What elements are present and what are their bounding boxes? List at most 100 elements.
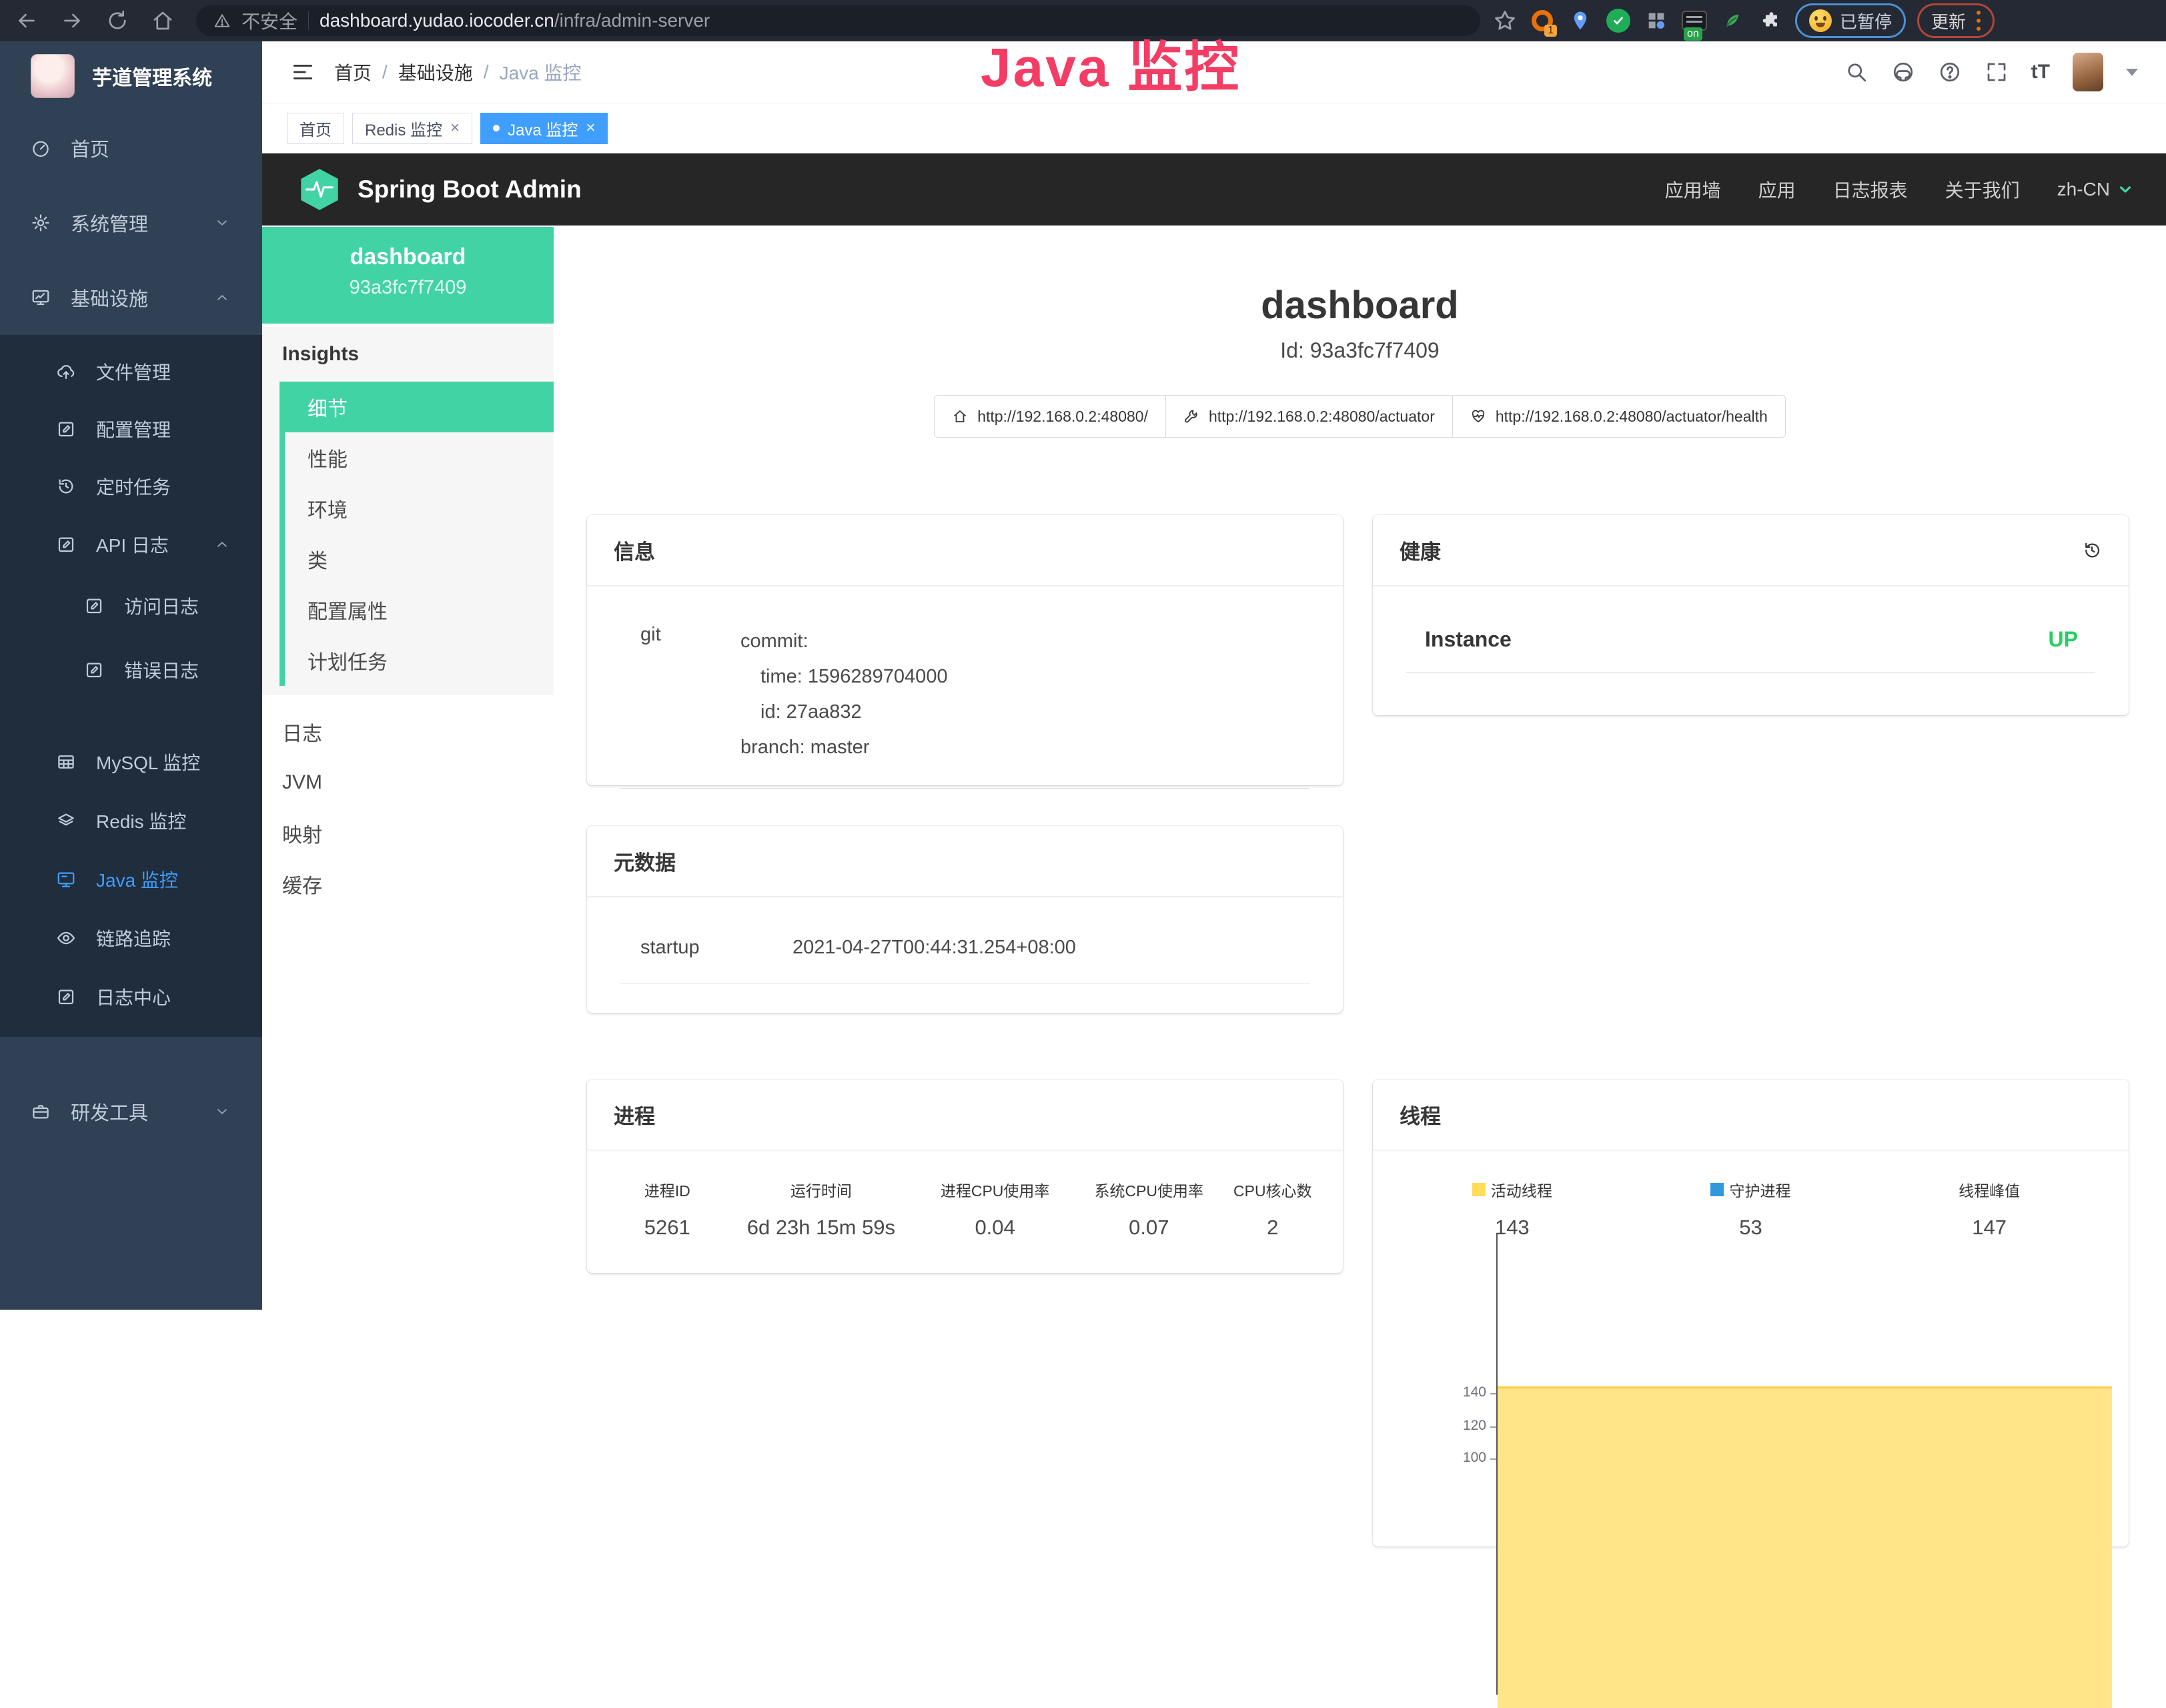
close-icon[interactable]: × [586, 119, 595, 137]
sba-menu-logs[interactable]: 日志 [262, 707, 554, 757]
tab-redis-monitor[interactable]: Redis 监控× [352, 113, 472, 144]
sba-menu-mappings[interactable]: 映射 [262, 808, 554, 859]
extension-orange-icon[interactable]: 1 [1529, 7, 1556, 34]
sidebar-item-scheduled-job[interactable]: 定时任务 [0, 458, 262, 515]
browser-reload-icon[interactable] [105, 9, 129, 33]
sidebar-item-dev-tools[interactable]: 研发工具 [0, 1074, 262, 1149]
info-row-key: git [640, 624, 740, 765]
page-url: dashboard.yudao.iocoder.cn/infra/admin-s… [320, 10, 710, 31]
chrome-update-button[interactable]: 更新 [1917, 3, 1995, 38]
spring-boot-admin-logo[interactable] [299, 167, 340, 211]
sidebar-item-home[interactable]: 首页 [0, 111, 262, 185]
sidebar-item-trace[interactable]: 链路追踪 [0, 909, 262, 967]
y-axis-tick: 120 [1433, 1418, 1486, 1434]
github-icon[interactable] [1891, 60, 1915, 84]
sba-menu-classes[interactable]: 类 [285, 534, 554, 584]
sidebar-item-access-log[interactable]: 访问日志 [0, 574, 262, 638]
sidebar-item-system[interactable]: 系统管理 [0, 185, 262, 260]
sba-language-select[interactable]: zh-CN [2057, 179, 2134, 200]
sidebar-item-api-log[interactable]: API 日志 [0, 515, 262, 574]
sidebar-item-config-manage[interactable]: 配置管理 [0, 400, 262, 458]
y-axis-tick: 100 [1433, 1450, 1486, 1466]
security-label: 不安全 [241, 7, 298, 34]
chevron-up-icon [214, 536, 230, 552]
tab-home[interactable]: 首页 [287, 113, 344, 144]
extensions-puzzle-icon[interactable] [1757, 7, 1784, 34]
blue-swatch-icon [1710, 1183, 1724, 1196]
security-warning-icon [213, 12, 231, 29]
sidebar-item-infra[interactable]: 基础设施 [0, 260, 262, 335]
profile-paused-badge[interactable]: 已暂停 [1795, 3, 1906, 38]
edit-square-icon [84, 660, 104, 680]
service-url-button[interactable]: http://192.168.0.2:48080/ [934, 395, 1166, 438]
search-icon[interactable] [1844, 60, 1868, 84]
sba-menu-scheduled-tasks[interactable]: 计划任务 [285, 635, 554, 686]
sidebar-item-redis-monitor[interactable]: Redis 监控 [0, 791, 262, 850]
actuator-url-button[interactable]: http://192.168.0.2:48080/actuator [1165, 395, 1453, 438]
fullscreen-icon[interactable] [1985, 60, 2009, 84]
threads-live-legend: 活动线程 [1393, 1178, 1632, 1201]
sba-nav-about[interactable]: 关于我们 [1945, 176, 2020, 203]
metadata-card-title: 元数据 [587, 826, 1343, 897]
chevron-up-icon [214, 290, 230, 306]
annotation-java-monitor: Java 监控 [981, 23, 1241, 102]
sidebar-item-java-monitor[interactable]: Java 监控 [0, 850, 262, 909]
app-sidebar: 芋道管理系统 首页 系统管理 基础设施 文件管理 配置管理 [0, 41, 262, 1310]
sba-brand-title[interactable]: Spring Boot Admin [358, 175, 582, 203]
sidebar-submenu-infra: 文件管理 配置管理 定时任务 API 日志 访问日志 错误日志 [0, 335, 262, 1037]
breadcrumb-infra[interactable]: 基础设施 [398, 59, 473, 85]
browser-menu-icon[interactable] [1977, 11, 1981, 31]
sidebar-item-log-center[interactable]: 日志中心 [0, 967, 262, 1026]
insights-section-label: Insights [262, 327, 554, 382]
sidebar-item-file-manage[interactable]: 文件管理 [0, 343, 262, 400]
browser-forward-icon[interactable] [60, 9, 84, 33]
briefcase-icon [31, 1102, 51, 1122]
threads-card: 线程 活动线程 守护进程 线程峰值 143 53 147 140 120 100 [1373, 1080, 2129, 1547]
page-title: dashboard [554, 283, 2166, 328]
app-logo[interactable]: 芋道管理系统 [0, 41, 262, 111]
sba-nav-applications[interactable]: 应用 [1758, 176, 1796, 203]
sidebar-item-mysql-monitor[interactable]: MySQL 监控 [0, 733, 262, 791]
info-card: 信息 git commit: time: 1596289704000 id: 2… [587, 515, 1343, 785]
app-logo-image [31, 54, 75, 98]
extension-leaf-icon[interactable] [1719, 7, 1746, 34]
browser-back-icon[interactable] [15, 9, 39, 33]
page-instance-id: Id: 93a3fc7f7409 [554, 338, 2166, 363]
process-card: 进程 进程ID 运行时间 进程CPU使用率 系统CPU使用率 CPU核心数 52… [587, 1080, 1343, 1273]
live-threads-area [1498, 1386, 2112, 1708]
threads-card-title: 线程 [1373, 1080, 2129, 1150]
user-avatar[interactable] [2073, 53, 2103, 91]
sidebar-collapse-button[interactable] [290, 59, 316, 85]
extension-pin-icon[interactable] [1567, 7, 1594, 34]
sba-menu-metrics[interactable]: 性能 [285, 432, 554, 483]
sba-menu-jvm[interactable]: JVM [262, 757, 554, 808]
breadcrumb-home[interactable]: 首页 [334, 59, 372, 85]
close-icon[interactable]: × [450, 119, 460, 137]
cpu-cores: 2 [1223, 1216, 1323, 1240]
y-axis-tick: 140 [1433, 1384, 1486, 1400]
help-icon[interactable] [1938, 60, 1962, 84]
sba-menu-config-props[interactable]: 配置属性 [285, 584, 554, 635]
breadcrumb-current: Java 监控 [500, 59, 582, 85]
sba-nav-wallboard[interactable]: 应用墙 [1665, 176, 1721, 203]
heartbeat-icon [1470, 408, 1486, 424]
instance-links: http://192.168.0.2:48080/ http://192.168… [554, 395, 2166, 438]
sba-menu-environment[interactable]: 环境 [285, 483, 554, 534]
history-icon[interactable] [2082, 540, 2102, 560]
extension-check-icon[interactable] [1605, 7, 1632, 34]
sba-nav-journal[interactable]: 日志报表 [1833, 176, 1908, 203]
sba-menu-caches[interactable]: 缓存 [262, 859, 554, 909]
extension-on-icon[interactable]: on [1681, 7, 1708, 34]
sba-menu-details[interactable]: 细节 [285, 382, 554, 432]
browser-home-icon[interactable] [151, 9, 175, 33]
tab-java-monitor[interactable]: Java 监控× [480, 113, 608, 144]
user-menu-caret-icon[interactable] [2126, 69, 2138, 76]
text-size-icon[interactable]: tT [2031, 61, 2050, 83]
bookmark-star-icon[interactable] [1492, 8, 1518, 33]
extension-grid-icon[interactable] [1643, 7, 1670, 34]
health-url-button[interactable]: http://192.168.0.2:48080/actuator/health [1452, 395, 1786, 438]
address-bar[interactable]: 不安全 dashboard.yudao.iocoder.cn/infra/adm… [196, 5, 1480, 36]
insights-section: Insights 细节 性能 环境 类 配置属性 计划任务 [262, 327, 554, 695]
process-uptime: 6d 23h 15m 59s [728, 1216, 915, 1240]
sidebar-item-error-log[interactable]: 错误日志 [0, 638, 262, 702]
